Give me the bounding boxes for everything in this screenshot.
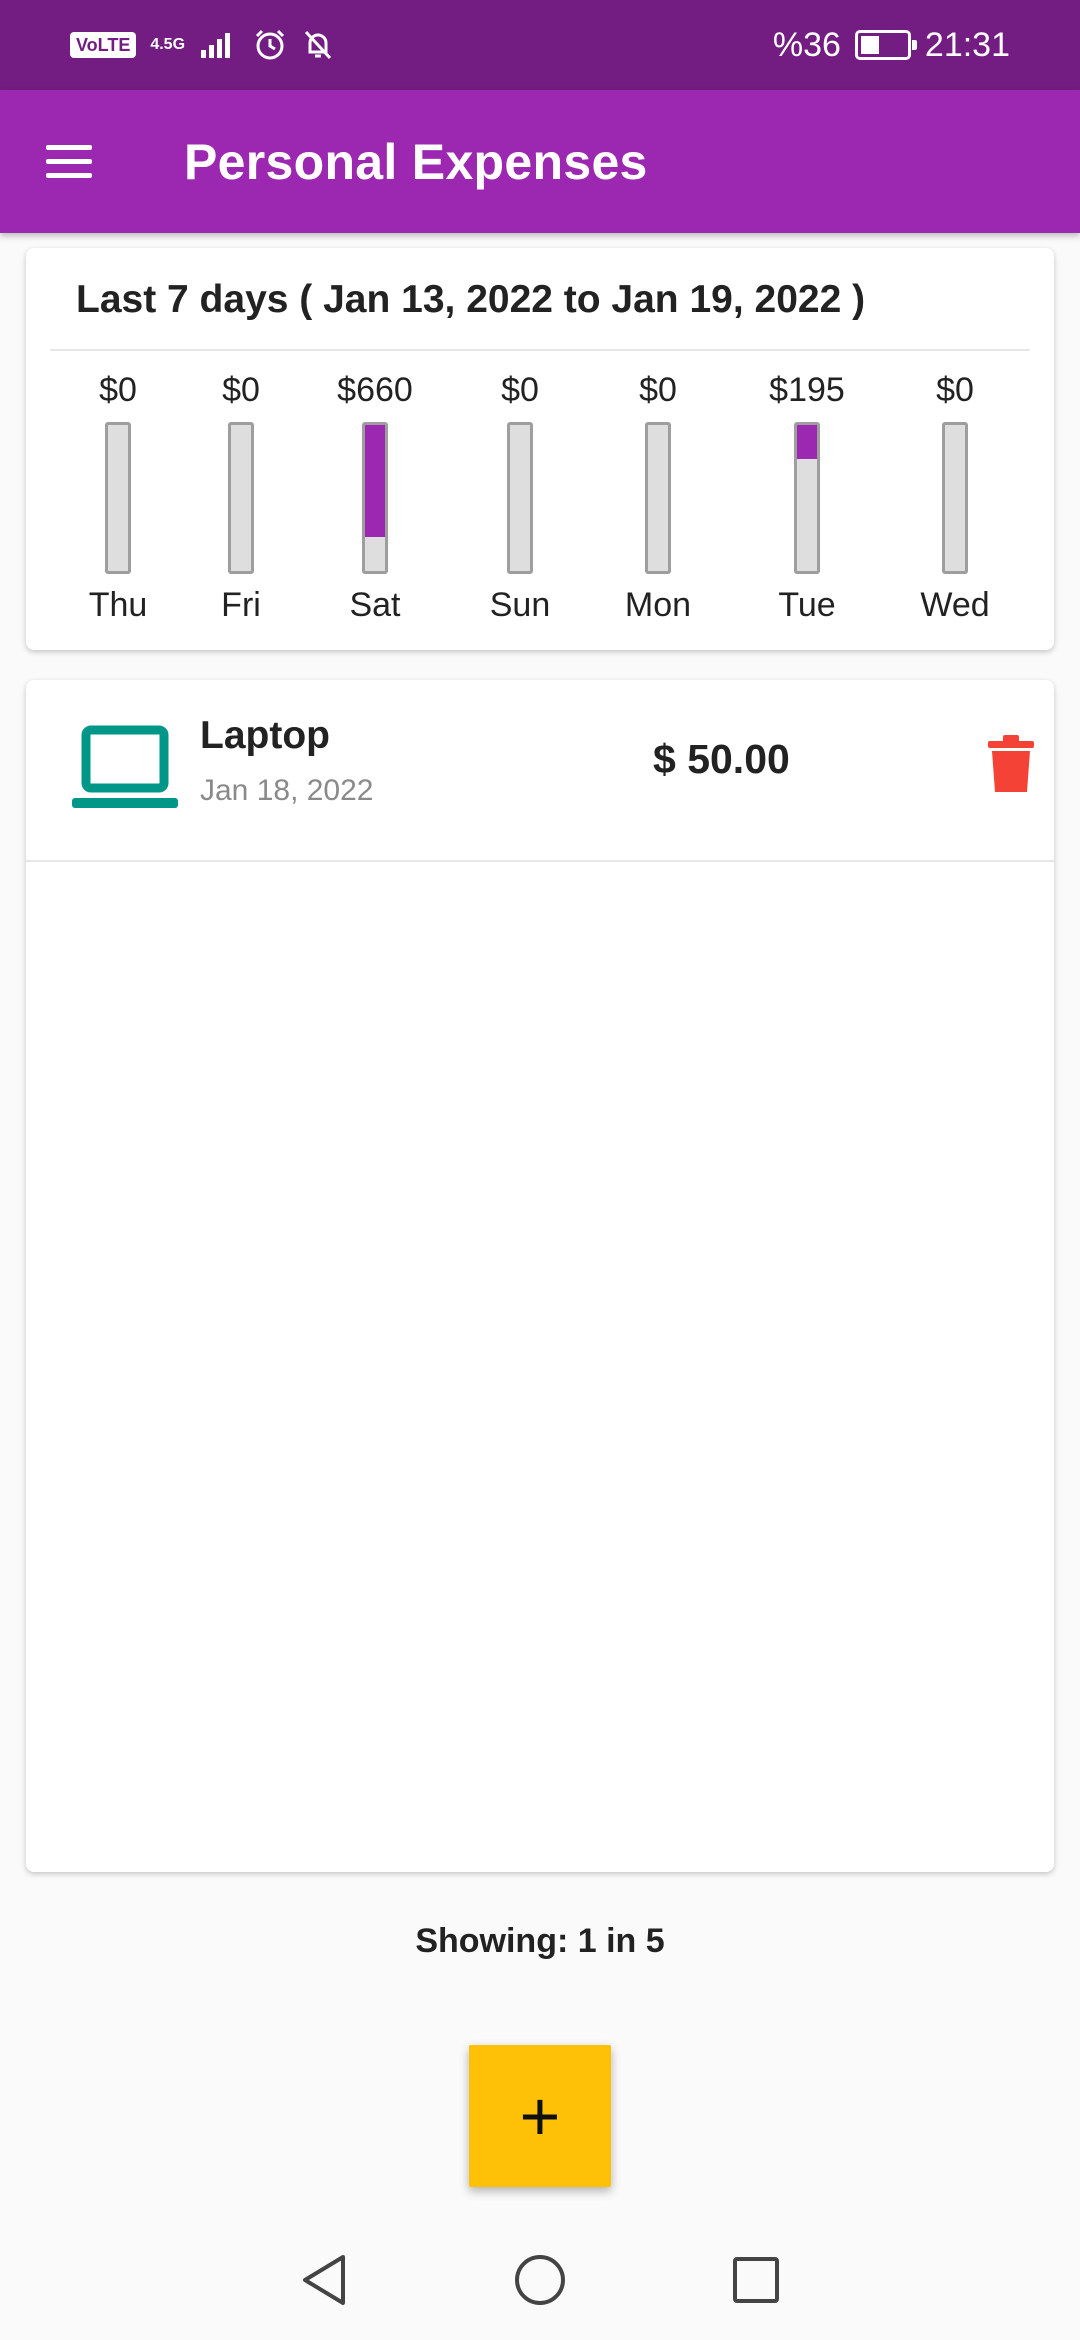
laptop-icon xyxy=(72,725,178,808)
home-icon[interactable] xyxy=(512,2252,568,2308)
signal-icon xyxy=(201,33,231,58)
day-label: Tue xyxy=(778,586,836,624)
day-amount: $0 xyxy=(936,371,974,409)
day-amount: $0 xyxy=(501,371,539,409)
chart-day-sat: $660 Sat xyxy=(315,366,435,636)
expense-date: Jan 18, 2022 xyxy=(200,774,374,807)
showing-count: Showing: 1 in 5 xyxy=(415,1922,665,1960)
day-label: Thu xyxy=(88,586,148,624)
plus-icon: + xyxy=(519,2077,561,2155)
chart-day-fri: $0 Fri xyxy=(181,366,301,636)
day-amount: $0 xyxy=(639,371,677,409)
trash-icon[interactable] xyxy=(986,734,1036,794)
day-bar xyxy=(645,422,671,574)
chart-day-wed: $0 Wed xyxy=(895,366,1015,636)
add-expense-button[interactable]: + xyxy=(469,2045,611,2187)
menu-icon[interactable] xyxy=(46,132,120,192)
alarm-icon xyxy=(255,29,285,60)
battery-charging-icon xyxy=(854,30,917,60)
app-bar: Personal Expenses xyxy=(0,90,1080,233)
day-amount: $0 xyxy=(222,371,260,409)
status-bar: VoLTE 4.5G %36 21:31 xyxy=(0,0,1080,90)
volte-badge: VoLTE xyxy=(70,32,137,58)
chart-title: Last 7 days ( Jan 13, 2022 to Jan 19, 20… xyxy=(76,278,866,321)
day-label: Wed xyxy=(920,586,990,624)
screen: VoLTE 4.5G %36 21:31 Personal Expenses L… xyxy=(0,0,1080,2340)
day-amount: $195 xyxy=(769,371,845,409)
bell-off-icon xyxy=(304,30,332,60)
chart-day-mon: $0 Mon xyxy=(598,366,718,636)
expense-title: Laptop xyxy=(200,714,330,757)
battery-percent: %36 xyxy=(772,25,841,64)
page-title: Personal Expenses xyxy=(184,133,648,190)
list-item[interactable]: Laptop Jan 18, 2022 $ 50.00 xyxy=(26,680,1054,862)
status-left: VoLTE 4.5G xyxy=(70,28,335,62)
day-bar xyxy=(794,422,820,574)
chart-day-tue: $195 Tue xyxy=(747,366,867,636)
chart-day-sun: $0 Sun xyxy=(460,366,580,636)
day-label: Mon xyxy=(624,586,692,624)
day-bar xyxy=(362,422,388,574)
weekly-chart-card: Last 7 days ( Jan 13, 2022 to Jan 19, 20… xyxy=(26,248,1054,650)
day-bar xyxy=(942,422,968,574)
status-right: %36 21:31 xyxy=(773,26,1010,65)
network-type: 4.5G xyxy=(150,36,186,53)
day-amount: $660 xyxy=(337,371,413,409)
system-nav-bar xyxy=(0,2220,1080,2340)
divider xyxy=(50,349,1030,351)
day-bar-fill xyxy=(365,425,385,538)
day-label: Sun xyxy=(489,586,551,624)
back-icon[interactable] xyxy=(296,2252,352,2308)
chart-day-thu: $0 Thu xyxy=(58,366,178,636)
day-bar xyxy=(228,422,254,574)
day-label: Fri xyxy=(221,586,261,624)
expense-list: Laptop Jan 18, 2022 $ 50.00 xyxy=(26,680,1054,1872)
day-amount: $0 xyxy=(99,371,137,409)
clock: 21:31 xyxy=(924,25,1010,64)
expense-amount: $ 50.00 xyxy=(653,736,790,782)
day-bar xyxy=(507,422,533,574)
recents-icon[interactable] xyxy=(728,2252,784,2308)
day-bar xyxy=(105,422,131,574)
day-label: Sat xyxy=(349,586,401,624)
day-bar-fill xyxy=(797,425,817,459)
